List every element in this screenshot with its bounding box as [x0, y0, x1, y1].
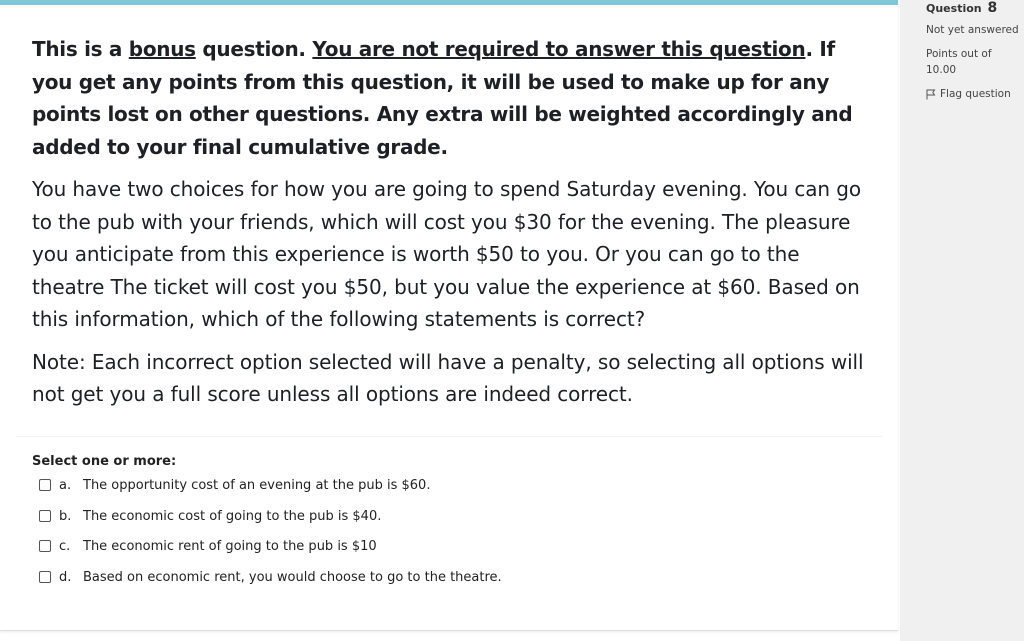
question-label: Question 8 [926, 0, 997, 16]
option-a[interactable]: a. The opportunity cost of an evening at… [39, 477, 430, 493]
intro-text-1: This is a [32, 37, 129, 61]
intro-text-2: question. [195, 37, 313, 61]
question-text: This is a bonus question. You are not re… [32, 33, 872, 411]
checkbox-a[interactable] [39, 479, 51, 491]
not-required-text: You are not required to answer this ques… [312, 37, 806, 61]
bonus-word: bonus [128, 37, 196, 61]
note-text: Note: Each incorrect option selected wil… [32, 349, 864, 407]
option-letter: d. [59, 569, 72, 585]
flag-icon [926, 89, 936, 100]
question-label-text: Question [926, 2, 982, 15]
option-c[interactable]: c. The economic rent of going to the pub… [39, 538, 377, 554]
divider [16, 436, 882, 437]
option-text: Based on economic rent, you would choose… [83, 569, 502, 585]
answer-status: Not yet answered [926, 24, 1019, 36]
scenario-text: You have two choices for how you are goi… [32, 177, 861, 331]
checkbox-c[interactable] [39, 540, 51, 552]
question-info-sidebar: Question 8 Not yet answered Points out o… [900, 0, 1024, 641]
option-letter: a. [59, 477, 72, 493]
checkbox-b[interactable] [39, 510, 51, 522]
option-b[interactable]: b. The economic cost of going to the pub… [39, 508, 381, 524]
points-value: 10.00 [926, 64, 957, 76]
points-label: Points out of [926, 48, 992, 60]
option-letter: b. [59, 508, 72, 524]
option-text: The economic rent of going to the pub is… [83, 538, 377, 554]
option-text: The opportunity cost of an evening at th… [83, 477, 431, 493]
checkbox-d[interactable] [39, 571, 51, 583]
accent-bar [0, 0, 898, 5]
select-prompt: Select one or more: [32, 454, 177, 469]
flag-label: Flag question [940, 88, 1011, 100]
question-number: 8 [987, 0, 998, 16]
bonus-notice: This is a bonus question. You are not re… [32, 33, 872, 163]
option-letter: c. [59, 538, 71, 554]
question-panel: This is a bonus question. You are not re… [0, 0, 898, 631]
option-d[interactable]: d. Based on economic rent, you would cho… [39, 569, 502, 585]
flag-question-link[interactable]: Flag question [926, 88, 1011, 100]
option-text: The economic cost of going to the pub is… [83, 508, 382, 524]
